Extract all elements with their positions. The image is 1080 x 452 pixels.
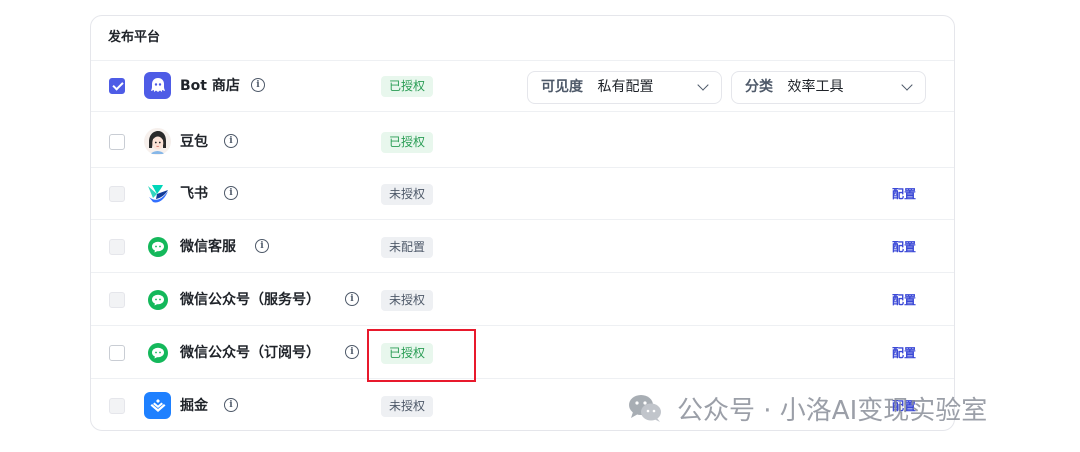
auth-status-badge: 已授权	[381, 76, 434, 97]
platform-row-wechat-service: 微信客服 i 未配置 配置	[91, 221, 954, 273]
configure-link[interactable]: 配置	[892, 168, 916, 220]
configure-link[interactable]: 配置	[892, 327, 916, 379]
platform-checkbox[interactable]	[109, 345, 125, 361]
platform-name: 微信客服	[180, 239, 236, 255]
platform-name: Bot 商店	[180, 78, 240, 94]
category-value: 效率工具	[787, 79, 844, 95]
bot-store-icon	[144, 72, 171, 99]
visibility-label: 可见度	[541, 79, 583, 95]
auth-status-badge: 未授权	[381, 184, 434, 205]
auth-status-badge: 已授权	[381, 132, 434, 153]
wechat-logo-icon	[629, 395, 661, 422]
wechat-icon	[144, 286, 171, 313]
visibility-value: 私有配置	[597, 79, 654, 95]
info-icon[interactable]: i	[255, 239, 269, 253]
highlight-box	[367, 329, 476, 382]
platform-name: 微信公众号（服务号）	[180, 292, 320, 308]
platform-row-wechat-official-subscription: 微信公众号（订阅号） i 已授权 配置	[91, 327, 954, 379]
watermark-text: 公众号 · 小洛AI变现实验室	[677, 395, 988, 426]
platform-row-doubao: 豆包 i 已授权	[91, 116, 954, 168]
juejin-icon	[144, 392, 171, 419]
wechat-icon	[144, 233, 171, 260]
info-icon[interactable]: i	[345, 292, 359, 306]
chevron-down-icon	[697, 79, 709, 91]
wechat-icon	[144, 339, 171, 366]
platform-checkbox[interactable]	[109, 292, 125, 308]
platform-name: 掘金	[180, 398, 208, 414]
publish-platform-panel: 发布平台 Bot 商店 i 已授权 可见度 私有配置 分类 效率工具 豆包 i …	[90, 15, 955, 431]
configure-link[interactable]: 配置	[892, 274, 916, 326]
category-select[interactable]: 分类 效率工具	[731, 71, 926, 104]
platform-name: 豆包	[180, 134, 208, 150]
category-label: 分类	[745, 79, 773, 95]
doubao-avatar-icon	[144, 128, 171, 155]
platform-name: 飞书	[180, 186, 208, 202]
platform-row-bot-store: Bot 商店 i 已授权 可见度 私有配置 分类 效率工具	[91, 60, 954, 112]
platform-row-wechat-official-service: 微信公众号（服务号） i 未授权 配置	[91, 274, 954, 326]
info-icon[interactable]: i	[345, 345, 359, 359]
platform-checkbox[interactable]	[109, 398, 125, 414]
visibility-select[interactable]: 可见度 私有配置	[527, 71, 722, 104]
platform-row-feishu: 飞书 i 未授权 配置	[91, 168, 954, 220]
info-icon[interactable]: i	[251, 78, 265, 92]
platform-checkbox[interactable]	[109, 134, 125, 150]
platform-checkbox[interactable]	[109, 186, 125, 202]
info-icon[interactable]: i	[224, 398, 238, 412]
chevron-down-icon	[901, 79, 913, 91]
feishu-icon	[144, 180, 171, 207]
info-icon[interactable]: i	[224, 186, 238, 200]
auth-status-badge: 未授权	[381, 396, 434, 417]
auth-status-badge: 未授权	[381, 290, 434, 311]
info-icon[interactable]: i	[224, 134, 238, 148]
watermark: 公众号 · 小洛AI变现实验室	[627, 388, 987, 428]
platform-checkbox[interactable]	[109, 78, 125, 94]
configure-link[interactable]: 配置	[892, 221, 916, 273]
auth-status-badge: 未配置	[381, 237, 434, 258]
panel-title: 发布平台	[91, 16, 954, 61]
platform-checkbox[interactable]	[109, 239, 125, 255]
platform-name: 微信公众号（订阅号）	[180, 345, 320, 361]
